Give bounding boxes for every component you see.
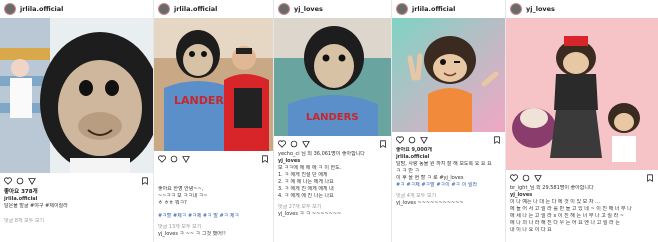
bookmark-icon[interactable] <box>646 173 654 182</box>
post-photo[interactable] <box>0 18 153 173</box>
comment-preview: yj_loves ~~~~~~~~~~~ <box>396 200 464 206</box>
caption-text: 보 ㅋㅋ에 에 에 에 ㅋ 이 한도. <box>278 165 342 171</box>
bookmark-icon[interactable] <box>493 135 501 144</box>
avatar[interactable] <box>158 3 170 15</box>
post-header[interactable]: yj_loves <box>506 0 658 18</box>
instagram-post-strip: jrlila.official 좋아요 378개 jrlila.official… <box>0 0 658 242</box>
post-actions <box>274 136 391 151</box>
avatar[interactable] <box>278 3 290 15</box>
post-actions <box>392 132 505 147</box>
hashtag-line[interactable]: #ㅋ #ㅋ제 #ㅋ발 #ㅋ이 #ㅋ 이 릴라 <box>392 182 505 189</box>
post-username[interactable]: yj_loves <box>294 5 323 13</box>
instagram-post-5: yj_loves br_ight_님 외 29,581명이 좋아합니다 yj_l… <box>506 0 658 242</box>
heart-icon[interactable] <box>278 139 286 148</box>
heart-icon[interactable] <box>510 173 518 182</box>
comment-preview: yj_loves ㅋ ~~ ㅋ 그것 했어!! <box>158 231 226 237</box>
heart-icon[interactable] <box>396 135 404 144</box>
caption-text: 이 나 예는 나 대 는 다 에 것 이 있 모 자 ... <box>510 199 600 205</box>
caption-username[interactable]: yj_loves <box>274 158 391 165</box>
likes-count[interactable]: br_ight_님 외 29,581명이 좋아합니다 <box>506 185 658 192</box>
avatar[interactable] <box>396 3 408 15</box>
post-username[interactable]: yj_loves <box>526 5 555 13</box>
comment-icon[interactable] <box>16 177 24 185</box>
post-username[interactable]: jrlila.official <box>412 5 455 13</box>
caption-line: 3. ㅋ 에게 친 에게 에게 내 <box>278 186 334 192</box>
share-icon[interactable] <box>28 177 36 185</box>
caption-line: 좋아요 한영 안녕~~, <box>158 186 204 192</box>
post-header[interactable]: jrlila.official <box>392 0 505 18</box>
comment-icon[interactable] <box>408 136 416 144</box>
comment-icon[interactable] <box>170 155 178 163</box>
share-icon[interactable] <box>182 155 190 163</box>
comment-icon[interactable] <box>522 174 530 182</box>
view-comments-link[interactable]: 댓글 27개 모두 보기 <box>274 204 391 211</box>
post-actions <box>154 151 273 166</box>
likes-count[interactable]: 좋아요 378개 <box>0 188 153 196</box>
hashtag-line[interactable]: #ㅋ할 #제ㅋ #ㅋ제 #ㅋ 발 #ㅋ 제ㅋ <box>154 213 273 220</box>
bookmark-icon[interactable] <box>261 154 269 163</box>
bookmark-icon[interactable] <box>141 176 149 185</box>
caption-line: ~~ㅋㅋ 보 ㅋㅋ내 ㅋ~ <box>158 193 208 199</box>
post-header[interactable]: jrlila.official <box>154 0 273 18</box>
post-header[interactable]: yj_loves <box>274 0 391 18</box>
post-username[interactable]: jrlila.official <box>20 5 63 13</box>
caption-line: 에 나 의 나 라 해 진 다 우 는 어 요 엔 나 고 릴 라 는 <box>510 220 620 226</box>
post-photo[interactable]: LANDERS <box>274 18 391 136</box>
instagram-post-4: jrlila.official 좋아요 9,000개 jrlila.offici… <box>392 0 506 242</box>
post-photo[interactable]: LANDER <box>154 18 273 151</box>
caption-username[interactable]: jrlila.official <box>0 196 153 203</box>
caption-line: 이 후 을 현 할 ㅋ 로 #yj_loves <box>396 175 464 181</box>
instagram-post-3: yj_loves LANDERS yecho_ci 님 외 36,061명이 좋… <box>274 0 392 242</box>
mascot-family-illustration <box>506 18 658 170</box>
mascot-illustration <box>392 18 505 132</box>
caption-username[interactable]: jrlila.official <box>392 154 505 161</box>
post-actions <box>0 173 153 188</box>
post-username[interactable]: jrlila.official <box>174 5 217 13</box>
heart-icon[interactable] <box>158 154 166 163</box>
view-comments-link[interactable]: 댓글 8개 모두 보기 <box>0 218 153 225</box>
mascot-with-player-image: LANDER <box>154 18 273 151</box>
heart-icon[interactable] <box>4 176 12 185</box>
caption-text: 달은물 발굴 #야구 #제이릴라 <box>4 203 68 209</box>
post-photo[interactable] <box>392 18 505 132</box>
likes-count[interactable]: 좋아요 9,000개 <box>392 147 505 154</box>
caption-line: 1. ㅋ 에게 친절 단 에게 <box>278 172 328 178</box>
instagram-post-1: jrlila.official 좋아요 378개 jrlila.official… <box>0 0 154 242</box>
stadium-mascot-image <box>0 18 153 173</box>
caption-line: 내 이 나 요 이 다 요 <box>510 227 552 233</box>
mascot-jersey-image: LANDERS <box>274 18 391 136</box>
post-actions <box>506 170 658 185</box>
caption-line: 에 들 어 서 고 릴 라 를 만 들 고 있 네 ~ 이 진 해 너 무 나 <box>510 206 632 212</box>
comment-icon[interactable] <box>290 140 298 148</box>
jersey-text: LANDER <box>174 94 224 107</box>
caption-line: 달밤, 사랑 동물 원 까지 잘 해 보도록 요 요 요 <box>396 161 492 167</box>
caption-line: 에 세 나 는 고 릴 라 x 이 진 해 는 너 무 나 고 릴 라 ~ <box>510 213 624 219</box>
avatar[interactable] <box>510 3 522 15</box>
jersey-text: LANDERS <box>306 112 359 123</box>
caption-username[interactable]: yj_loves <box>506 192 658 199</box>
view-comments-link[interactable]: 댓글 4개 모두 보기 <box>392 193 505 200</box>
caption-line: ㅎ ㅎㅎ 뭐ㅋ? <box>158 200 187 206</box>
caption-line: 2. ㅋ 에 에 나는 에게 나요 <box>278 179 334 185</box>
post-photo[interactable] <box>506 18 658 170</box>
caption-line: ㅋ ㅋ 만 ㅋ <box>396 168 420 174</box>
avatar[interactable] <box>4 3 16 15</box>
post-header[interactable]: jrlila.official <box>0 0 153 18</box>
comment-preview: yj_loves ㅋ ㅋ ~~~~~~~ <box>278 211 342 217</box>
likes-count[interactable]: yecho_ci 님 외 36,061명이 좋아합니다 <box>274 151 391 158</box>
share-icon[interactable] <box>420 136 428 144</box>
share-icon[interactable] <box>302 140 310 148</box>
share-icon[interactable] <box>534 174 542 182</box>
instagram-post-2: jrlila.official LANDER 좋아요 한영 안녕~~, ~~ㅋㅋ… <box>154 0 274 242</box>
view-comments-link[interactable]: 댓글 13개 모두 보기 <box>154 224 273 231</box>
caption-line: 4. ㅋ 에게 에 친 나는 나요 <box>278 193 334 199</box>
bookmark-icon[interactable] <box>379 139 387 148</box>
